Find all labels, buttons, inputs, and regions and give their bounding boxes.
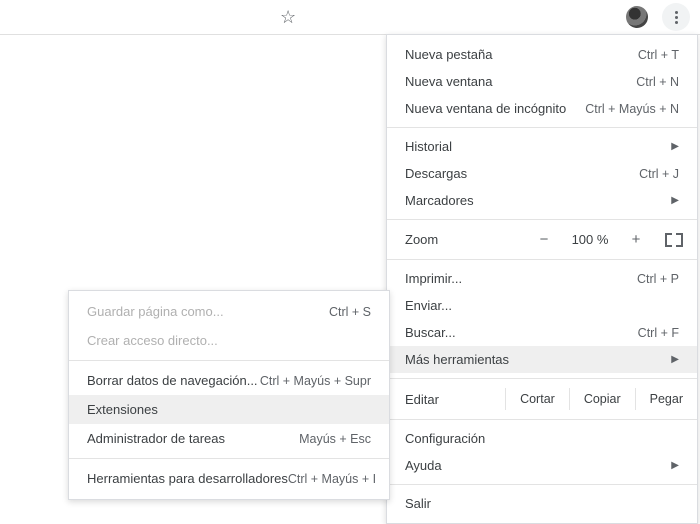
menu-edit-row: Editar Cortar Copiar Pegar — [387, 384, 697, 414]
menu-shortcut: Ctrl + Mayús + I — [288, 472, 376, 486]
chevron-right-icon: ▶ — [663, 141, 679, 152]
menu-label: Más herramientas — [405, 352, 509, 367]
menu-label: Marcadores — [405, 193, 474, 208]
menu-separator — [69, 360, 389, 361]
menu-label: Nueva ventana de incógnito — [405, 101, 566, 116]
profile-avatar[interactable] — [626, 6, 648, 28]
menu-downloads[interactable]: Descargas Ctrl + J — [387, 160, 697, 187]
menu-find[interactable]: Buscar... Ctrl + F — [387, 319, 697, 346]
menu-label: Crear acceso directo... — [87, 333, 218, 348]
main-menu-button[interactable] — [662, 3, 690, 31]
menu-shortcut: Ctrl + S — [329, 305, 371, 319]
menu-label: Herramientas para desarrolladores — [87, 471, 288, 486]
menu-label: Editar — [405, 392, 469, 407]
menu-label: Enviar... — [405, 298, 452, 313]
menu-exit[interactable]: Salir — [387, 490, 697, 517]
menu-shortcut: Ctrl + N — [636, 75, 679, 89]
browser-toolbar: ☆ — [0, 0, 700, 35]
menu-label: Configuración — [405, 431, 485, 446]
menu-incognito[interactable]: Nueva ventana de incógnito Ctrl + Mayús … — [387, 95, 697, 122]
submenu-developer-tools[interactable]: Herramientas para desarrolladores Ctrl +… — [69, 464, 389, 493]
menu-shortcut: Ctrl + Mayús + Supr — [260, 374, 371, 388]
menu-label: Imprimir... — [405, 271, 462, 286]
menu-separator — [69, 458, 389, 459]
menu-new-window[interactable]: Nueva ventana Ctrl + N — [387, 68, 697, 95]
menu-settings[interactable]: Configuración — [387, 425, 697, 452]
menu-label: Salir — [405, 496, 431, 511]
submenu-task-manager[interactable]: Administrador de tareas Mayús + Esc — [69, 424, 389, 453]
zoom-value: 100 % — [567, 232, 613, 247]
menu-label: Nueva ventana — [405, 74, 492, 89]
menu-print[interactable]: Imprimir... Ctrl + P — [387, 265, 697, 292]
menu-separator — [387, 484, 697, 485]
menu-separator — [387, 127, 697, 128]
edit-cut-button[interactable]: Cortar — [505, 388, 569, 410]
fullscreen-button[interactable] — [665, 233, 683, 247]
menu-help[interactable]: Ayuda ▶ — [387, 452, 697, 479]
menu-separator — [387, 419, 697, 420]
chevron-right-icon: ▶ — [663, 460, 679, 471]
main-menu: Nueva pestaña Ctrl + T Nueva ventana Ctr… — [386, 34, 698, 524]
vertical-dots-icon — [675, 11, 678, 24]
menu-bookmarks[interactable]: Marcadores ▶ — [387, 187, 697, 214]
more-tools-submenu: Guardar página como... Ctrl + S Crear ac… — [68, 290, 390, 500]
menu-shortcut: Ctrl + P — [637, 272, 679, 286]
edit-paste-button[interactable]: Pegar — [635, 388, 697, 410]
menu-separator — [387, 219, 697, 220]
submenu-clear-browsing-data[interactable]: Borrar datos de navegación... Ctrl + May… — [69, 366, 389, 395]
zoom-out-button[interactable]: − — [535, 231, 553, 248]
menu-label: Borrar datos de navegación... — [87, 373, 258, 388]
menu-zoom-row: Zoom − 100 % + — [387, 225, 697, 254]
menu-shortcut: Ctrl + Mayús + N — [585, 102, 679, 116]
menu-more-tools[interactable]: Más herramientas ▶ — [387, 346, 697, 373]
chevron-right-icon: ▶ — [663, 354, 679, 365]
zoom-in-button[interactable]: + — [627, 231, 645, 248]
menu-label: Historial — [405, 139, 452, 154]
edit-copy-button[interactable]: Copiar — [569, 388, 635, 410]
menu-shortcut: Ctrl + F — [638, 326, 679, 340]
menu-separator — [387, 259, 697, 260]
menu-label: Buscar... — [405, 325, 456, 340]
menu-shortcut: Mayús + Esc — [299, 432, 371, 446]
menu-label: Descargas — [405, 166, 467, 181]
menu-label: Extensiones — [87, 402, 158, 417]
menu-label: Administrador de tareas — [87, 431, 225, 446]
menu-separator — [387, 378, 697, 379]
submenu-save-page[interactable]: Guardar página como... Ctrl + S — [69, 297, 389, 326]
menu-cast[interactable]: Enviar... — [387, 292, 697, 319]
menu-history[interactable]: Historial ▶ — [387, 133, 697, 160]
menu-label: Ayuda — [405, 458, 442, 473]
chevron-right-icon: ▶ — [663, 195, 679, 206]
menu-label: Guardar página como... — [87, 304, 224, 319]
menu-shortcut: Ctrl + T — [638, 48, 679, 62]
menu-label: Zoom — [405, 232, 485, 247]
bookmark-star-icon[interactable]: ☆ — [280, 7, 296, 27]
submenu-extensions[interactable]: Extensiones — [69, 395, 389, 424]
menu-shortcut: Ctrl + J — [639, 167, 679, 181]
submenu-create-shortcut[interactable]: Crear acceso directo... — [69, 326, 389, 355]
menu-label: Nueva pestaña — [405, 47, 492, 62]
menu-new-tab[interactable]: Nueva pestaña Ctrl + T — [387, 41, 697, 68]
